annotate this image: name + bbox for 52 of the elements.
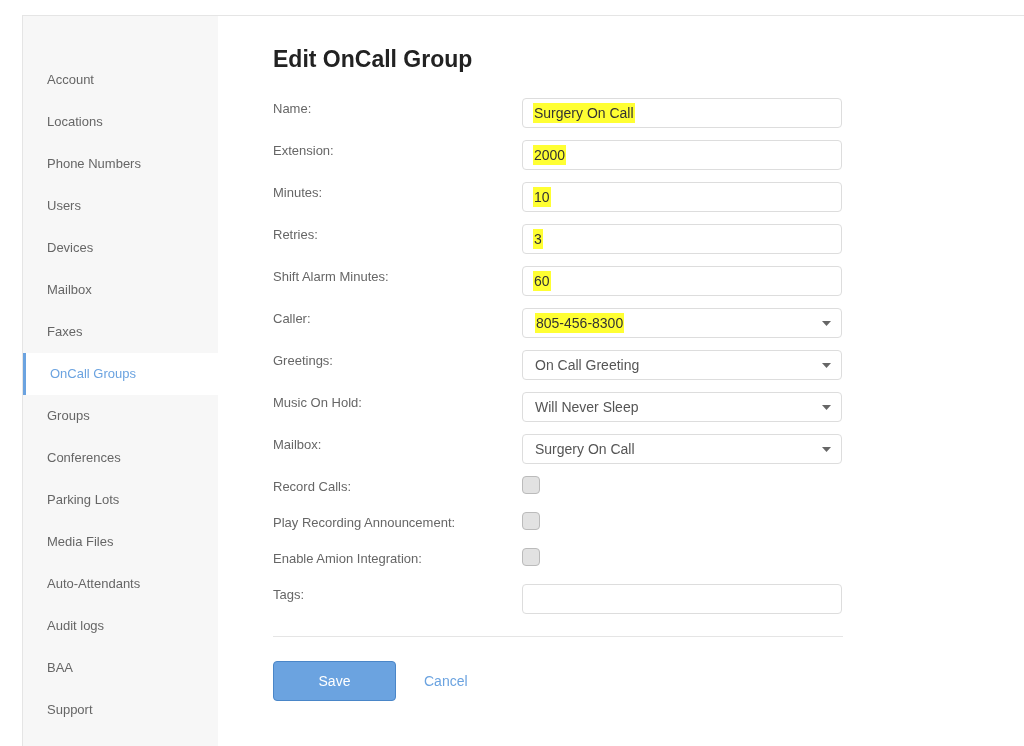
sidebar-item[interactable]: Media Files — [23, 521, 218, 563]
field-label: Minutes: — [273, 184, 324, 202]
sidebar-item[interactable]: Devices — [23, 227, 218, 269]
sidebar-item[interactable]: BAA — [23, 647, 218, 689]
field-label: Extension: — [273, 142, 335, 160]
field-value: 2000 — [533, 145, 567, 165]
text-field[interactable]: 60 — [522, 266, 842, 296]
text-field[interactable]: 10 — [522, 182, 842, 212]
checkbox[interactable] — [522, 512, 540, 530]
caret-icon — [822, 404, 831, 410]
field-label: Record Calls: — [273, 478, 353, 496]
sidebar-item[interactable]: Audit logs — [23, 605, 218, 647]
field-label: Play Recording Announcement: — [273, 514, 457, 532]
dropdown[interactable]: Surgery On Call — [522, 434, 842, 464]
sidebar-item[interactable]: Users — [23, 185, 218, 227]
text-field[interactable]: 3 — [522, 224, 842, 254]
sidebar-item[interactable]: Faxes — [23, 311, 218, 353]
text-field[interactable] — [522, 584, 842, 614]
sidebar-item[interactable]: Support — [23, 689, 218, 731]
field-label: Tags: — [273, 586, 306, 604]
field-label: Retries: — [273, 226, 319, 244]
field-label: Name: — [273, 100, 313, 118]
field-value: Surgery On Call — [533, 103, 635, 123]
caret-icon — [822, 362, 831, 368]
checkbox[interactable] — [522, 476, 540, 494]
field-label: Shift Alarm Minutes: — [273, 268, 390, 286]
sidebar-item[interactable]: Conferences — [23, 437, 218, 479]
sidebar-item[interactable]: Auto-Attendants — [23, 563, 218, 605]
checkbox[interactable] — [522, 548, 540, 566]
field-label: Caller: — [273, 310, 312, 328]
dropdown[interactable]: 805-456-8300 — [522, 308, 842, 338]
sidebar-item[interactable]: Account — [23, 59, 218, 101]
field-value: 3 — [533, 229, 543, 249]
sidebar-item[interactable]: Mailbox — [23, 269, 218, 311]
field-value: 805-456-8300 — [535, 313, 625, 333]
field-label: Enable Amion Integration: — [273, 550, 423, 568]
sidebar-item[interactable]: Locations — [23, 101, 218, 143]
dropdown[interactable]: Will Never Sleep — [522, 392, 842, 422]
field-label: Greetings: — [273, 352, 334, 370]
sidebar-item[interactable]: Phone Numbers — [23, 143, 218, 185]
field-value: 10 — [533, 187, 551, 207]
page-title: Edit OnCall Group — [273, 45, 474, 74]
field-value: 60 — [533, 271, 551, 291]
caret-icon — [822, 446, 831, 452]
text-field[interactable]: Surgery On Call — [522, 98, 842, 128]
caret-icon — [822, 320, 831, 326]
dropdown[interactable]: On Call Greeting — [522, 350, 842, 380]
field-label: Mailbox: — [273, 436, 323, 454]
sidebar-item[interactable]: Groups — [23, 395, 218, 437]
sidebar-item[interactable]: Parking Lots — [23, 479, 218, 521]
text-field[interactable]: 2000 — [522, 140, 842, 170]
field-label: Music On Hold: — [273, 394, 363, 412]
